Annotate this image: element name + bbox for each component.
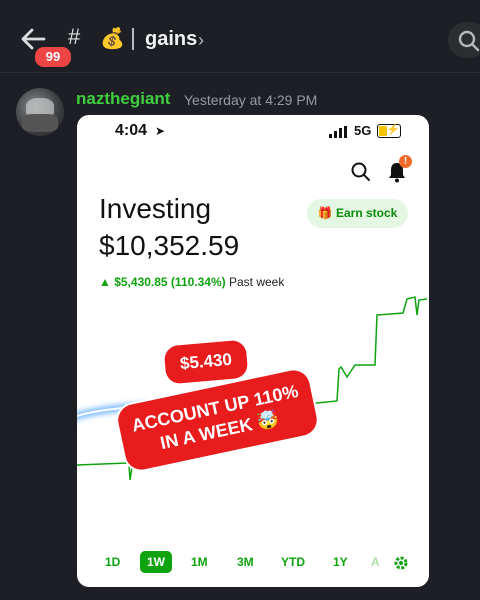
status-time: 4:04: [115, 122, 148, 139]
search-button[interactable]: [448, 22, 480, 58]
signal-icon: [329, 126, 347, 138]
earn-stock-label: Earn stock: [335, 206, 398, 220]
chevron-right-icon[interactable]: ›: [198, 30, 204, 51]
search-icon: [458, 30, 480, 52]
range-tab-3m[interactable]: 3M: [237, 555, 254, 569]
location-arrow-icon: ➤: [155, 124, 166, 138]
channel-header: 99 # 💰 gains ›: [0, 0, 480, 73]
notification-badge: !: [399, 155, 412, 168]
search-icon[interactable]: [351, 162, 371, 182]
range-tab-1y[interactable]: 1Y: [333, 555, 348, 569]
network-label: 5G: [354, 123, 372, 138]
header-divider: [132, 28, 134, 50]
range-tab-all[interactable]: A: [371, 555, 380, 569]
range-tab-1m[interactable]: 1M: [191, 555, 208, 569]
portfolio-balance: $10,352.59: [99, 230, 240, 261]
message-username[interactable]: nazthegiant: [76, 89, 170, 109]
channel-name[interactable]: gains: [145, 28, 197, 51]
gear-icon[interactable]: [393, 555, 409, 571]
earn-stock-button[interactable]: 🎁 Earn stock: [307, 199, 408, 228]
attached-image[interactable]: 4:04 ➤ 5G ⚡ ! Investing $10,352.59 🎁 Ear…: [77, 115, 429, 587]
avatar[interactable]: [16, 88, 64, 136]
range-tab-1d[interactable]: 1D: [105, 555, 120, 569]
battery-icon: ⚡: [377, 124, 401, 138]
range-tab-1w[interactable]: 1W: [140, 551, 172, 573]
message-timestamp: Yesterday at 4:29 PM: [184, 92, 318, 108]
money-bag-emoji: 💰: [100, 28, 125, 50]
range-tab-ytd[interactable]: YTD: [281, 555, 305, 569]
sticker-amount: $5.430: [163, 339, 249, 385]
page-title: Investing: [99, 193, 212, 224]
gift-icon: 🎁: [317, 206, 333, 220]
channel-hash-icon: #: [68, 24, 81, 49]
